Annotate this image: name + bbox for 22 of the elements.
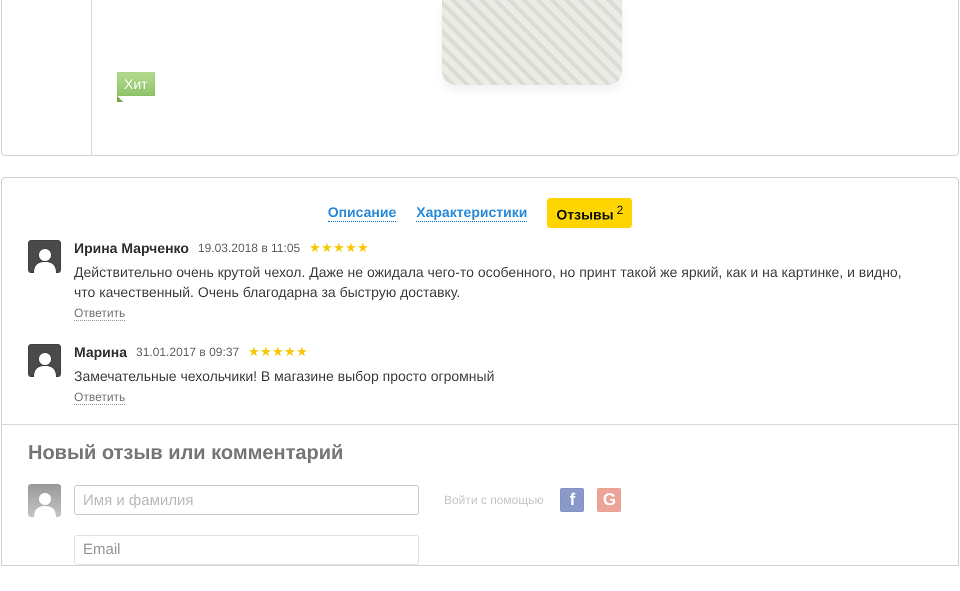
review-author: Марина bbox=[74, 344, 128, 360]
review-date: 19.03.2018 в 11:05 bbox=[198, 240, 300, 255]
social-login-button[interactable]: G bbox=[597, 488, 622, 512]
person-icon bbox=[34, 490, 56, 517]
name-input[interactable]: Имя и фамилия bbox=[74, 485, 419, 516]
tab[interactable]: Характеристики bbox=[416, 204, 528, 222]
review-author: Ирина Марченко bbox=[74, 240, 189, 256]
review-date: 31.01.2017 в 09:37 bbox=[136, 344, 240, 359]
person-icon bbox=[34, 246, 56, 273]
rating-stars: ★★★★★ bbox=[248, 344, 308, 360]
reply-link[interactable]: Ответить bbox=[74, 306, 126, 321]
form-title: Новый отзыв или комментарий bbox=[28, 442, 344, 465]
person-icon bbox=[34, 350, 56, 377]
social-login-button[interactable]: f bbox=[560, 488, 584, 512]
rating-stars: ★★★★★ bbox=[309, 240, 370, 256]
hit-badge: Хит bbox=[117, 72, 155, 102]
email-input[interactable]: Email bbox=[74, 534, 419, 565]
reply-link[interactable]: Ответить bbox=[74, 390, 126, 405]
review-text: Замечательные чехольчики! В магазине выбор просто огромный bbox=[74, 366, 496, 386]
review-text: Действительно очень крутой чехол. Даже не ожидала чего-то особенного, но принт такой же яркий, как и на картинке, и видно, что качественный. Очень благодарна за быструю доставку. bbox=[74, 262, 903, 302]
tab[interactable]: Отзывы $^{2}$ bbox=[547, 198, 632, 228]
tab[interactable]: Описание bbox=[328, 204, 396, 222]
